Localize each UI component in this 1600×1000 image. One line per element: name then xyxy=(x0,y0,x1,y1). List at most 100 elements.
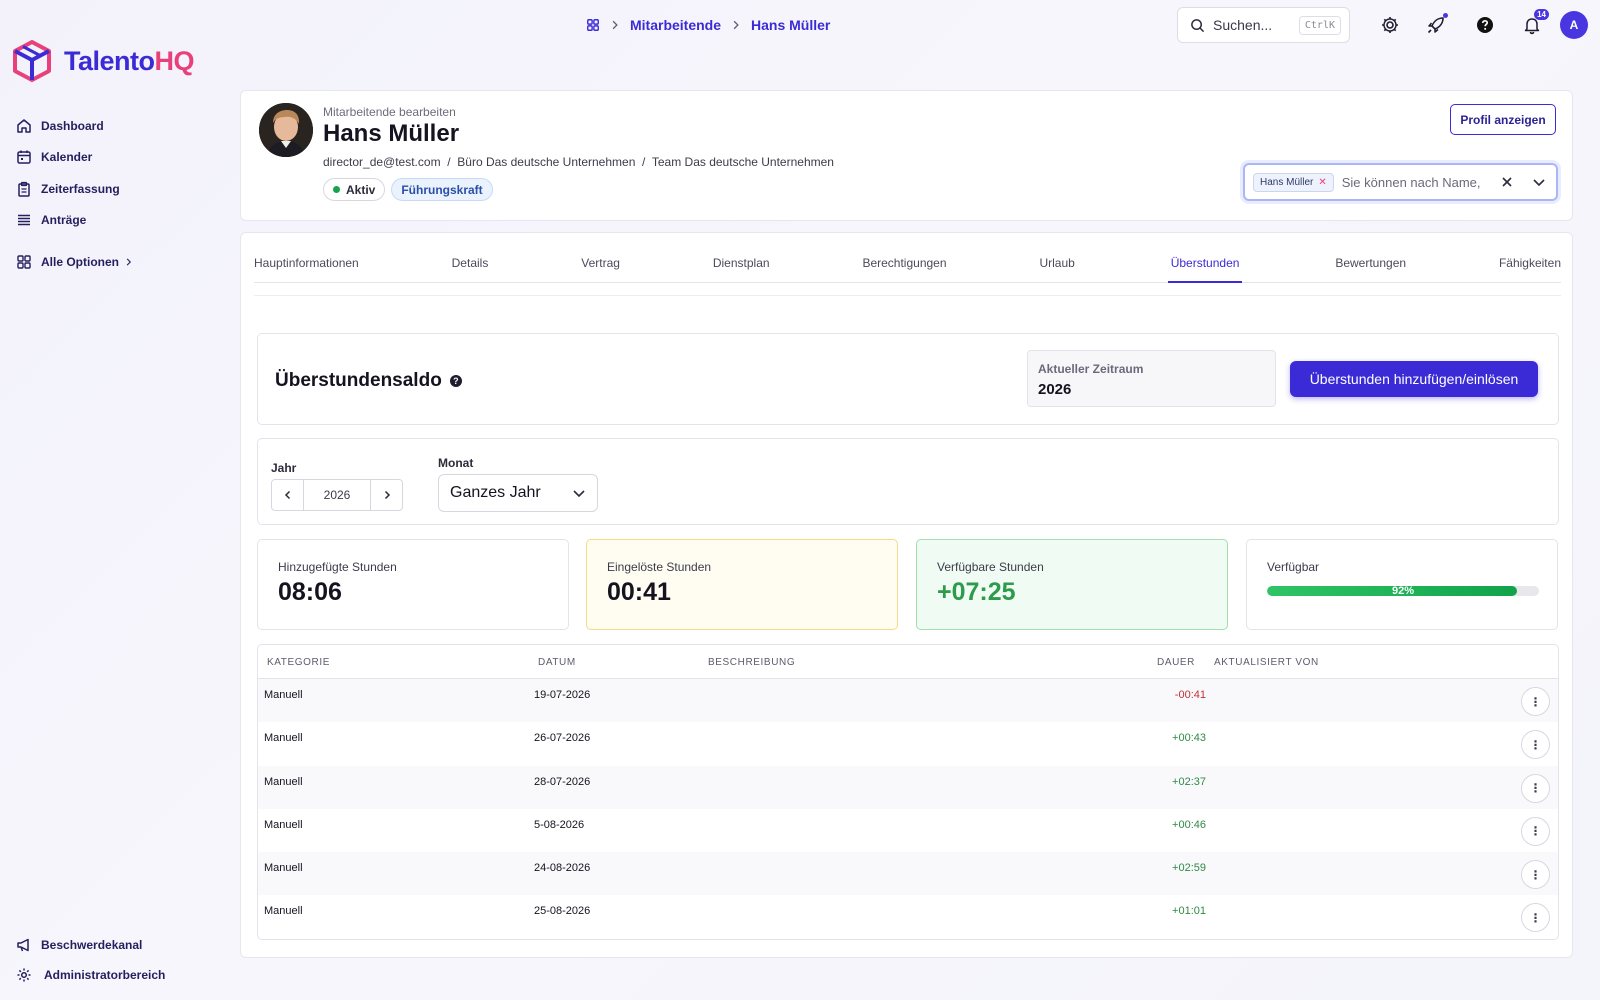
chevron-right-icon xyxy=(612,20,618,30)
help-button[interactable] xyxy=(1474,14,1496,36)
sidebar-item-label: Alle Optionen xyxy=(41,254,119,269)
sidebar-item-time-tracking[interactable]: Zeiterfassung xyxy=(16,173,216,205)
settings-button[interactable] xyxy=(1379,14,1401,36)
view-profile-button[interactable]: Profil anzeigen xyxy=(1450,104,1556,135)
sidebar-item-label: Anträge xyxy=(41,213,87,228)
role-badge: Führungskraft xyxy=(391,178,493,201)
tab-main-info[interactable]: Hauptinformationen xyxy=(254,245,359,283)
sidebar-item-dashboard[interactable]: Dashboard xyxy=(16,110,216,142)
cell-date: 5-08-2026 xyxy=(534,818,585,831)
tab-permissions[interactable]: Berechtigungen xyxy=(862,245,946,283)
available-percent-label: Verfügbar xyxy=(1267,560,1320,574)
clipboard-icon xyxy=(18,181,30,197)
selected-employee-chip: Hans Müller ✕ xyxy=(1253,172,1334,192)
sidebar-item-admin-area[interactable]: Administratorbereich xyxy=(16,960,216,990)
table-row[interactable]: Manuell 19-07-2026 -00:41 ⋮ xyxy=(258,679,1558,723)
sidebar-item-all-options[interactable]: Alle Optionen xyxy=(16,246,216,278)
profile-subtitle: Mitarbeitende bearbeiten xyxy=(323,105,456,119)
row-actions-button[interactable]: ⋮ xyxy=(1521,860,1550,890)
notifications-button[interactable]: 14 xyxy=(1521,9,1549,36)
employee-team: Team Das deutsche Unternehmen xyxy=(651,155,834,169)
year-value[interactable]: 2026 xyxy=(303,480,371,510)
sidebar-item-label: Kalender xyxy=(41,150,93,165)
column-header-category[interactable]: KATEGORIE xyxy=(267,657,330,668)
whats-new-button[interactable] xyxy=(1425,13,1448,36)
add-redeem-overtime-button[interactable]: Überstunden hinzufügen/einlösen xyxy=(1290,361,1538,397)
employee-select[interactable]: Hans Müller ✕ Sie können nach Name, xyxy=(1243,163,1558,201)
column-header-date[interactable]: DATUM xyxy=(538,657,576,668)
row-actions-button[interactable]: ⋮ xyxy=(1521,730,1550,760)
row-actions-button[interactable]: ⋮ xyxy=(1521,903,1550,933)
employee-photo xyxy=(259,103,313,157)
previous-year-button[interactable] xyxy=(272,480,303,510)
search-input[interactable]: Suchen... CtrlK xyxy=(1177,7,1350,43)
available-hours-card: Verfügbare Stunden +07:25 xyxy=(916,539,1228,630)
cell-duration: +01:01 xyxy=(1172,905,1206,918)
breadcrumb-employees[interactable]: Mitarbeitende xyxy=(630,17,721,33)
table-row[interactable]: Manuell 24-08-2026 +02:59 ⋮ xyxy=(258,852,1558,896)
breadcrumb-current: Hans Müller xyxy=(751,17,831,33)
tab-contract[interactable]: Vertrag xyxy=(581,245,620,283)
logo[interactable]: TalentoHQ xyxy=(12,40,194,82)
tab-skills[interactable]: Fähigkeiten xyxy=(1499,245,1561,283)
month-value: Ganzes Jahr xyxy=(450,484,541,501)
chevron-down-icon[interactable] xyxy=(1532,175,1546,189)
grid-icon[interactable] xyxy=(586,18,600,32)
help-icon[interactable]: ? xyxy=(449,375,462,387)
new-dot-icon xyxy=(1443,13,1448,18)
sidebar-item-complaint-channel[interactable]: Beschwerdekanal xyxy=(16,930,216,960)
month-select[interactable]: Ganzes Jahr xyxy=(438,474,598,512)
row-actions-button[interactable]: ⋮ xyxy=(1521,773,1550,803)
table-row[interactable]: Manuell 5-08-2026 +00:46 ⋮ xyxy=(258,809,1558,852)
profile-card: Mitarbeitende bearbeiten Hans Müller dir… xyxy=(240,90,1573,221)
close-icon[interactable] xyxy=(1500,175,1514,189)
overtime-table: KATEGORIE DATUM BESCHREIBUNG DAUER AKTUA… xyxy=(257,644,1559,940)
column-header-updated-by[interactable]: AKTUALISIERT VON xyxy=(1214,657,1319,668)
more-vertical-icon: ⋮ xyxy=(1529,867,1542,882)
tab-bar: Hauptinformationen Details Vertrag Diens… xyxy=(254,245,1561,283)
more-vertical-icon: ⋮ xyxy=(1529,737,1542,752)
rocket-icon xyxy=(1427,17,1444,34)
user-avatar[interactable]: A xyxy=(1560,11,1588,39)
column-header-duration[interactable]: DAUER xyxy=(1157,657,1195,668)
overtime-balance-panel: Überstundensaldo ? Aktueller Zeitraum 20… xyxy=(257,333,1559,425)
calendar-icon xyxy=(17,150,31,164)
logo-text: TalentoHQ xyxy=(64,45,194,76)
more-vertical-icon: ⋮ xyxy=(1529,694,1542,709)
more-vertical-icon: ⋮ xyxy=(1529,910,1542,925)
cell-category: Manuell xyxy=(264,732,303,745)
added-hours-label: Hinzugefügte Stunden xyxy=(278,560,397,574)
tab-roster[interactable]: Dienstplan xyxy=(713,245,770,283)
available-progress-bar: 92% xyxy=(1267,586,1539,596)
cell-date: 24-08-2026 xyxy=(534,862,591,875)
cell-category: Manuell xyxy=(264,905,303,918)
tab-vacation[interactable]: Urlaub xyxy=(1039,245,1074,283)
person-photo-icon xyxy=(259,103,313,157)
tab-reviews[interactable]: Bewertungen xyxy=(1335,245,1406,283)
table-row[interactable]: Manuell 26-07-2026 +00:43 ⋮ xyxy=(258,722,1558,765)
next-year-button[interactable] xyxy=(371,480,402,510)
row-actions-button[interactable]: ⋮ xyxy=(1521,687,1550,716)
table-body: Manuell 19-07-2026 -00:41 ⋮ Manuell 26-07-202… xyxy=(258,679,1558,939)
progress-text: 92% xyxy=(1391,586,1415,596)
cell-duration: +02:37 xyxy=(1172,775,1206,788)
remove-chip-icon[interactable]: ✕ xyxy=(1318,177,1326,188)
tab-details[interactable]: Details xyxy=(452,245,489,283)
overtime-card: Hauptinformationen Details Vertrag Diens… xyxy=(240,232,1573,958)
column-header-description[interactable]: BESCHREIBUNG xyxy=(708,657,795,668)
table-row[interactable]: Manuell 25-08-2026 +01:01 ⋮ xyxy=(258,895,1558,938)
sidebar-item-requests[interactable]: Anträge xyxy=(16,205,216,237)
cube-logo-icon xyxy=(13,40,51,82)
cell-duration: +00:43 xyxy=(1172,732,1206,745)
sidebar-item-calendar[interactable]: Kalender xyxy=(16,142,216,174)
current-period-label: Aktueller Zeitraum xyxy=(1038,362,1144,376)
cell-duration: +00:46 xyxy=(1172,818,1206,831)
status-badge: Aktiv xyxy=(323,178,386,201)
search-icon xyxy=(1191,18,1205,32)
tab-overtime[interactable]: Überstunden xyxy=(1167,245,1243,283)
cell-duration: +02:59 xyxy=(1172,862,1206,875)
employee-info: director_de@test.com / Büro Das deutsche… xyxy=(323,155,834,169)
chevron-right-icon xyxy=(384,490,390,500)
row-actions-button[interactable]: ⋮ xyxy=(1521,816,1550,846)
table-row[interactable]: Manuell 28-07-2026 +02:37 ⋮ xyxy=(258,765,1558,809)
